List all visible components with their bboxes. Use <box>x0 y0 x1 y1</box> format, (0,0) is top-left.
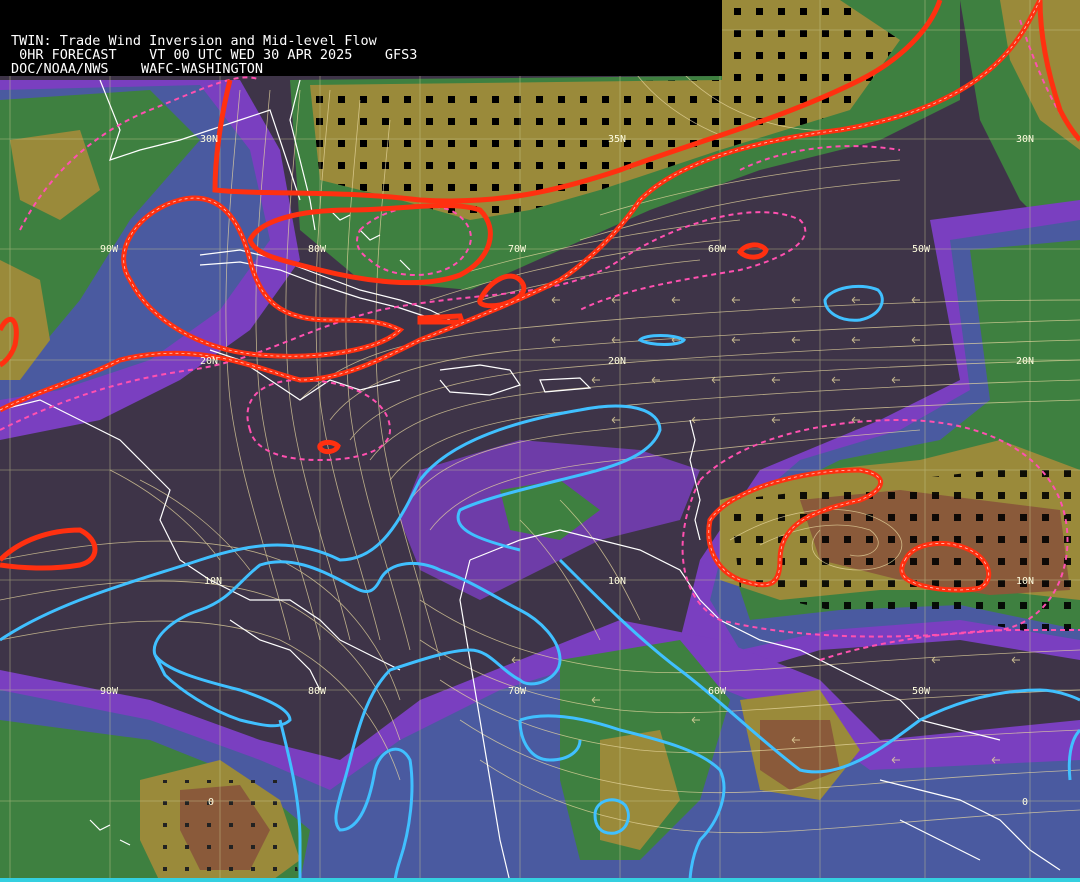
grid-label: 10N <box>204 576 222 587</box>
grid-label: 20N <box>200 356 218 367</box>
grid-label: 35N <box>608 134 626 145</box>
grid-label: 60W <box>708 244 727 255</box>
grid-label: 80W <box>308 686 327 697</box>
grid-label: 30N <box>1016 134 1034 145</box>
grid-label: 90W <box>100 244 119 255</box>
grid-label: 70W <box>508 686 527 697</box>
grid-label: 0 <box>208 797 214 808</box>
shade-dots-bottom-left <box>150 780 300 882</box>
grid-label: 90W <box>100 686 119 697</box>
grid-label: 20N <box>608 356 626 367</box>
forecast-valid-time: 0HR FORECAST VT 00 UTC WED 30 APR 2025 G… <box>11 47 418 63</box>
grid-label: 10N <box>1016 576 1034 587</box>
grid-label: 60W <box>708 686 727 697</box>
grid-label: 0 <box>1022 797 1028 808</box>
grid-label: 20N <box>1016 356 1034 367</box>
grid-label: 30N <box>200 134 218 145</box>
bottom-border <box>0 878 1080 882</box>
grid-label: 70W <box>508 244 527 255</box>
chart-title: TWIN: Trade Wind Inversion and Mid-level… <box>11 33 377 49</box>
weather-map: 30N 35N 30N 20N 20N 20N 10N 10N 10N 90W … <box>0 0 1080 882</box>
issuing-agency: DOC/NOAA/NWS WAFC-WASHINGTON <box>11 61 263 77</box>
grid-label: 80W <box>308 244 327 255</box>
grid-label: 50W <box>912 244 931 255</box>
chart-header: TWIN: Trade Wind Inversion and Mid-level… <box>0 0 722 76</box>
grid-label: 10N <box>608 576 626 587</box>
grid-label: 50W <box>912 686 931 697</box>
